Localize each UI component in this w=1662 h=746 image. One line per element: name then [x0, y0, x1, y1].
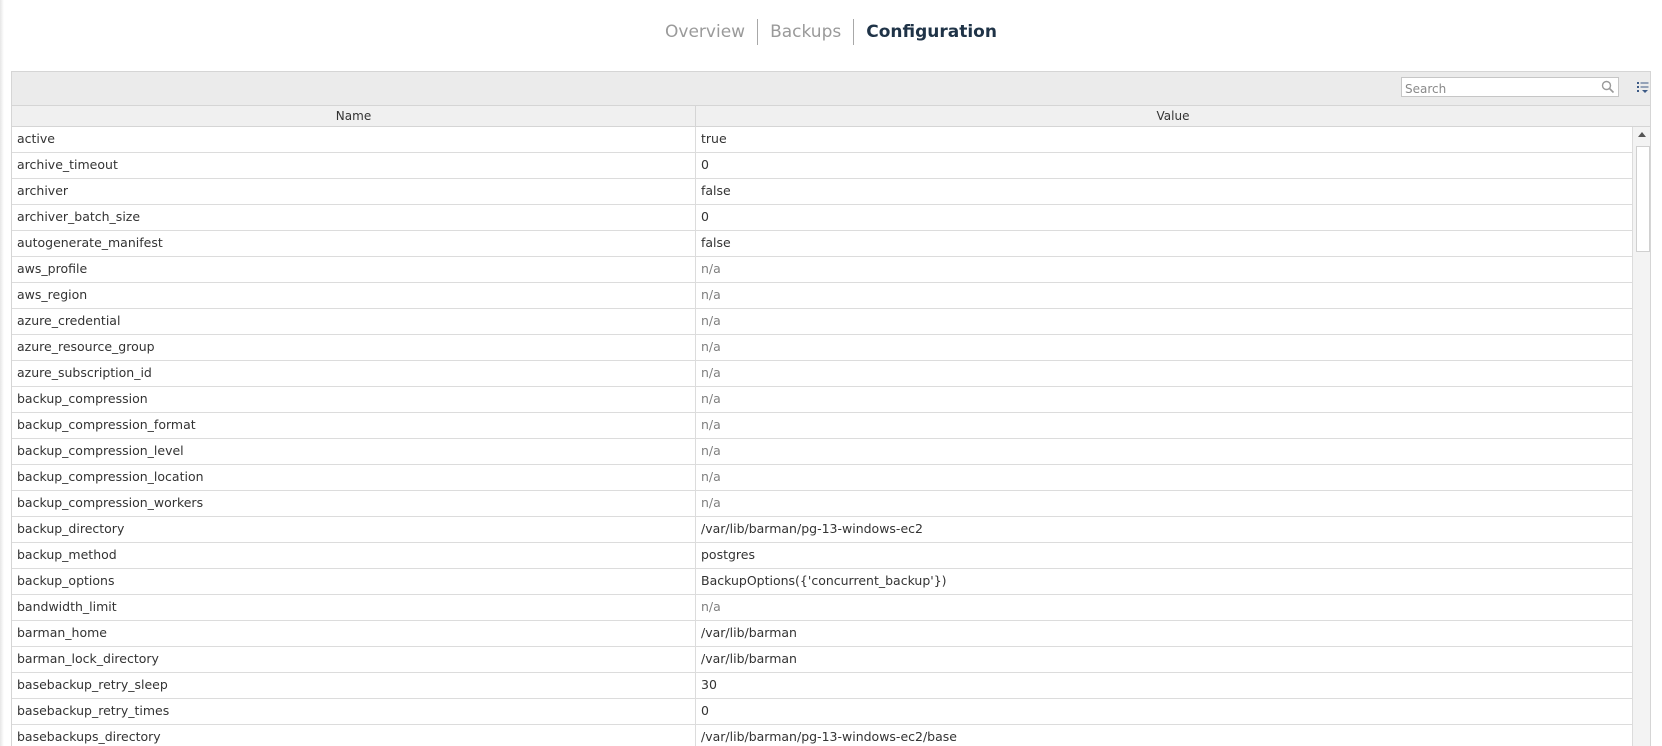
column-header-name[interactable]: Name	[12, 106, 696, 126]
left-edge-shadow	[0, 0, 4, 746]
config-value-cell: 0	[701, 157, 709, 172]
config-name-cell: azure_credential	[12, 309, 696, 334]
configuration-grid: Name Value activetruearchive_timeout0arc…	[11, 71, 1651, 746]
config-name-cell: backup_compression	[12, 387, 696, 412]
tab-configuration[interactable]: Configuration	[854, 19, 1009, 45]
config-name-cell: autogenerate_manifest	[12, 231, 696, 256]
table-row[interactable]: basebackup_retry_sleep 30	[12, 673, 1634, 699]
grid-rows: active true archive_timeout 0 archiver false a…	[12, 127, 1634, 746]
table-row[interactable]: archiver_batch_size 0	[12, 205, 1634, 231]
config-name-cell: backup_compression_workers	[12, 491, 696, 516]
config-name-cell: backup_directory	[12, 517, 696, 542]
config-value-cell: n/a	[701, 391, 721, 406]
config-value-cell: 30	[701, 677, 717, 692]
config-name-cell: backup_compression_level	[12, 439, 696, 464]
config-name-cell: basebackup_retry_sleep	[12, 673, 696, 698]
config-value-cell: true	[701, 131, 727, 146]
config-value-cell: n/a	[701, 261, 721, 276]
config-name-cell: archiver_batch_size	[12, 205, 696, 230]
tab-overview[interactable]: Overview	[653, 19, 757, 45]
config-value-cell: n/a	[701, 287, 721, 302]
config-name-cell: backup_method	[12, 543, 696, 568]
search-icon[interactable]	[1601, 80, 1615, 94]
config-name-cell: archive_timeout	[12, 153, 696, 178]
config-value-cell: 0	[701, 209, 709, 224]
table-row[interactable]: backup_compression_level n/a	[12, 439, 1634, 465]
table-row[interactable]: active true	[12, 127, 1634, 153]
table-row[interactable]: archiver false	[12, 179, 1634, 205]
config-name-cell: barman_lock_directory	[12, 647, 696, 672]
config-value-cell: /var/lib/barman	[701, 651, 797, 666]
config-value-cell: postgres	[701, 547, 755, 562]
config-name-cell: azure_resource_group	[12, 335, 696, 360]
table-row[interactable]: barman_lock_directory/var/lib/barman	[12, 647, 1634, 673]
table-row[interactable]: azure_subscription_id n/a	[12, 361, 1634, 387]
grid-body: active true archive_timeout 0 archiver false a…	[12, 127, 1650, 746]
config-value-cell: BackupOptions({'concurrent_backup'})	[701, 573, 947, 588]
section-tabs: Overview Backups Configuration	[0, 18, 1662, 46]
table-row[interactable]: azure_credential n/a	[12, 309, 1634, 335]
config-value-cell: /var/lib/barman/pg-13-windows-ec2	[701, 521, 923, 536]
config-value-cell: /var/lib/barman	[701, 625, 797, 640]
config-name-cell: archiver	[12, 179, 696, 204]
config-name-cell: barman_home	[12, 621, 696, 646]
table-row[interactable]: archive_timeout 0	[12, 153, 1634, 179]
table-row[interactable]: basebackups_directory/var/lib/barman/pg-…	[12, 725, 1634, 746]
config-name-cell: aws_profile	[12, 257, 696, 282]
config-name-cell: bandwidth_limit	[12, 595, 696, 620]
table-row[interactable]: barman_home/var/lib/barman	[12, 621, 1634, 647]
table-row[interactable]: aws_profile n/a	[12, 257, 1634, 283]
grid-toolbar	[12, 72, 1650, 106]
table-row[interactable]: backup_options BackupOptions({'concurrent…	[12, 569, 1634, 595]
column-menu-icon[interactable]	[1636, 80, 1650, 94]
table-row[interactable]: autogenerate_manifest false	[12, 231, 1634, 257]
config-value-cell: 0	[701, 703, 709, 718]
scroll-up-arrow-icon[interactable]	[1637, 132, 1646, 137]
config-value-cell: n/a	[701, 495, 721, 510]
table-row[interactable]: backup_method postgres	[12, 543, 1634, 569]
config-name-cell: backup_compression_location	[12, 465, 696, 490]
config-value-cell: n/a	[701, 365, 721, 380]
config-value-cell: false	[701, 235, 731, 250]
table-row[interactable]: basebackup_retry_times 0	[12, 699, 1634, 725]
table-row[interactable]: bandwidth_limit n/a	[12, 595, 1634, 621]
config-value-cell: n/a	[701, 443, 721, 458]
search-input[interactable]	[1402, 80, 1595, 98]
grid-header: Name Value	[12, 106, 1650, 127]
config-value-cell: false	[701, 183, 731, 198]
config-name-cell: aws_region	[12, 283, 696, 308]
config-name-cell: basebackup_retry_times	[12, 699, 696, 724]
table-row[interactable]: aws_region n/a	[12, 283, 1634, 309]
scrollbar-thumb[interactable]	[1636, 146, 1650, 252]
table-row[interactable]: backup_compression n/a	[12, 387, 1634, 413]
vertical-scrollbar[interactable]	[1632, 127, 1650, 746]
config-value-cell: /var/lib/barman/pg-13-windows-ec2/base	[701, 729, 957, 744]
column-header-value[interactable]: Value	[696, 106, 1650, 126]
search-box	[1401, 77, 1619, 98]
config-name-cell: backup_options	[12, 569, 696, 594]
tab-backups[interactable]: Backups	[758, 19, 853, 45]
config-value-cell: n/a	[701, 339, 721, 354]
config-name-cell: azure_subscription_id	[12, 361, 696, 386]
config-value-cell: n/a	[701, 313, 721, 328]
table-row[interactable]: backup_compression_location n/a	[12, 465, 1634, 491]
config-name-cell: basebackups_directory	[12, 725, 696, 746]
table-row[interactable]: backup_directory/var/lib/barman/pg-13-wi…	[12, 517, 1634, 543]
table-row[interactable]: backup_compression_format n/a	[12, 413, 1634, 439]
table-row[interactable]: azure_resource_group n/a	[12, 335, 1634, 361]
table-row[interactable]: backup_compression_workers n/a	[12, 491, 1634, 517]
config-value-cell: n/a	[701, 469, 721, 484]
config-name-cell: backup_compression_format	[12, 413, 696, 438]
config-value-cell: n/a	[701, 417, 721, 432]
config-name-cell: active	[12, 127, 696, 152]
config-value-cell: n/a	[701, 599, 721, 614]
